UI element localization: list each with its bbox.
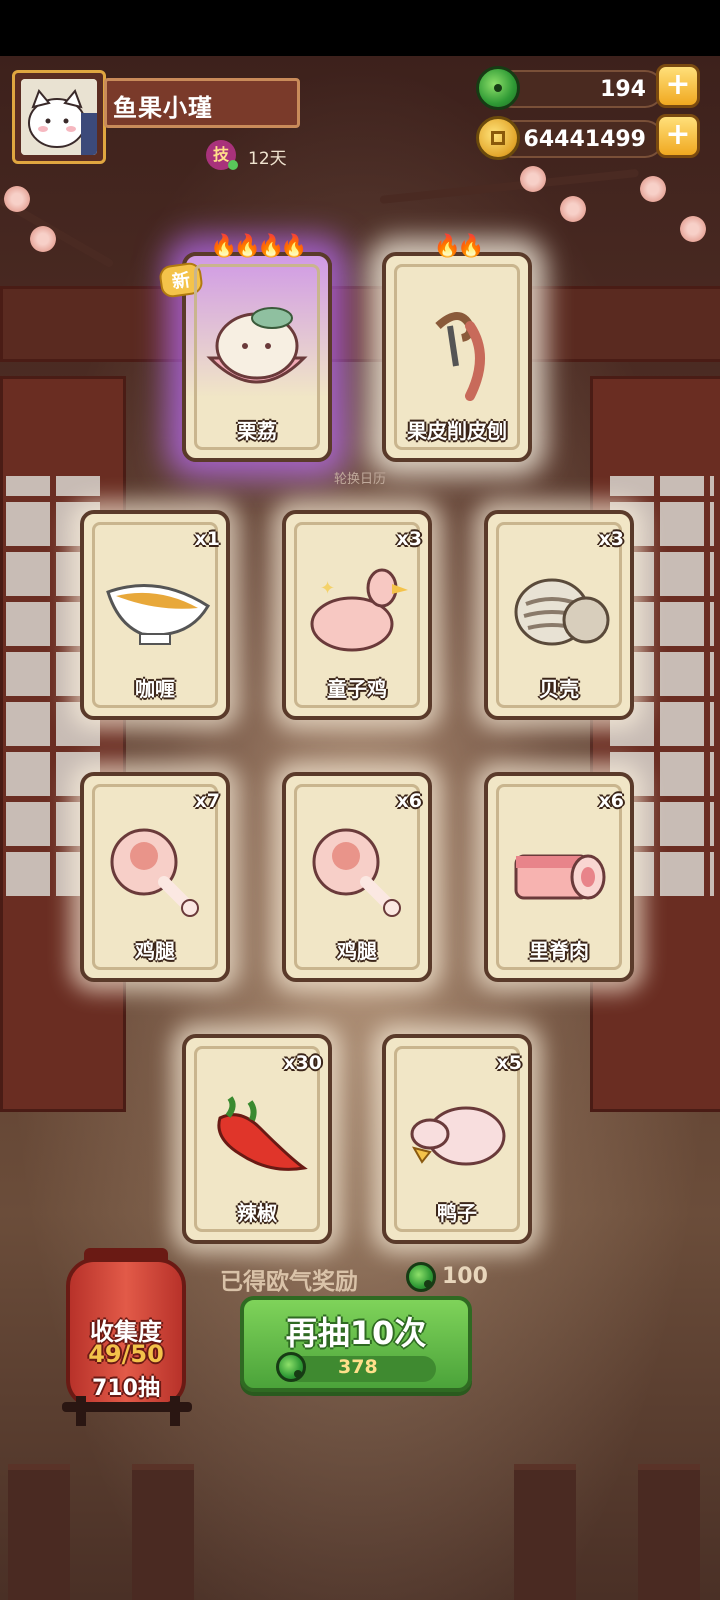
jade-gem-icon <box>276 1352 306 1382</box>
player-name: 鱼果小瑾 <box>104 78 300 128</box>
card-quantity: x6 <box>396 790 422 812</box>
card-quantity: x1 <box>194 528 220 550</box>
bonus-value: 100 <box>442 1264 488 1289</box>
card-quantity: x3 <box>598 528 624 550</box>
card-name: 鸡腿 <box>135 939 175 963</box>
card-name: 鸡腿 <box>337 939 377 963</box>
card-name: 鸭子 <box>437 1201 477 1225</box>
ingredient-card[interactable]: x6 里脊肉 <box>484 772 634 982</box>
flame-rating-icon: 🔥🔥🔥🔥 <box>210 234 308 259</box>
jade-gem-icon <box>406 1262 436 1292</box>
floor-post <box>514 1464 576 1600</box>
curry-gravy-boat-icon <box>106 584 211 645</box>
card-quantity: x30 <box>283 1052 322 1074</box>
blossom <box>520 166 546 192</box>
floor-post <box>132 1464 194 1600</box>
card-name: 童子鸡 <box>327 677 387 701</box>
flame-rating-icon: 🔥🔥 <box>433 234 485 259</box>
skill-badge-label: 技 <box>212 145 229 164</box>
add-gems-button[interactable]: + <box>656 64 700 108</box>
draw-again-label: 再抽10次 <box>285 1314 427 1352</box>
collection-draw-count: 710抽 <box>92 1376 160 1401</box>
card-name: 里脊肉 <box>529 939 589 963</box>
skill-badge-icon[interactable]: 技 <box>206 140 238 170</box>
avatar <box>21 79 97 155</box>
plus-icon: + <box>665 67 691 102</box>
gold-coin-icon <box>476 116 520 160</box>
featured-card[interactable]: 🔥🔥🔥🔥 新 栗荔 <box>157 234 332 462</box>
cat-avatar-icon <box>21 79 97 155</box>
plus-icon: + <box>665 117 691 152</box>
collection-lantern[interactable]: 收集度 49/50 710抽 <box>66 1258 186 1408</box>
ingredient-card[interactable]: x5 鸭子 <box>382 1034 532 1244</box>
card-name: 栗荔 <box>237 419 277 443</box>
blossom <box>680 216 706 242</box>
collection-progress: 49/50 <box>88 1340 164 1368</box>
card-name: 贝壳 <box>539 677 579 701</box>
ingredient-card[interactable]: x30 辣椒 <box>182 1034 332 1244</box>
ingredient-card[interactable]: x1 咖喱 <box>80 510 230 720</box>
drumstick-icon <box>312 828 401 917</box>
avatar-button[interactable] <box>12 70 106 164</box>
draw-cost: 378 <box>338 1356 378 1378</box>
drumstick-icon <box>110 828 199 917</box>
chili-pepper-icon <box>217 1096 308 1171</box>
status-bar <box>0 0 720 56</box>
blossom <box>640 176 666 202</box>
bonus-label: 已得欧气奖励 <box>220 1269 358 1295</box>
chicken-icon: ✦ <box>310 568 408 652</box>
card-quantity: x6 <box>598 790 624 812</box>
blossom <box>30 226 56 252</box>
clam-shell-icon <box>514 578 610 646</box>
add-coins-button[interactable]: + <box>656 114 700 158</box>
skill-days: 12天 <box>248 149 287 169</box>
ingredient-card[interactable]: x3 贝壳 <box>484 510 634 720</box>
dumpling-bowl-icon <box>206 307 308 384</box>
card-quantity: x3 <box>396 528 422 550</box>
jade-gem-icon <box>476 66 520 110</box>
featured-card[interactable]: 🔥🔥 果皮削皮刨 <box>382 234 532 462</box>
ingredient-card[interactable]: x7 鸡腿 <box>80 772 230 982</box>
floor-post <box>8 1464 70 1600</box>
upper-beam <box>0 286 720 362</box>
card-name: 辣椒 <box>237 1201 277 1225</box>
ingredient-card[interactable]: x6 鸡腿 <box>282 772 432 982</box>
peeler-icon <box>435 312 485 401</box>
card-name: 咖喱 <box>135 677 175 701</box>
duck-icon <box>410 1106 506 1166</box>
rotation-calendar-label: 轮换日历 <box>333 472 386 487</box>
svg-text:✦: ✦ <box>320 578 335 599</box>
skill-status-dot <box>228 160 238 170</box>
draw-again-button[interactable]: 再抽10次 378 <box>240 1296 472 1392</box>
card-quantity: x5 <box>496 1052 522 1074</box>
card-quantity: x7 <box>194 790 220 812</box>
ingredient-card[interactable]: x3 ✦ 童子鸡 <box>282 510 432 720</box>
floor-post <box>638 1464 700 1600</box>
blossom <box>4 186 30 212</box>
lantern-stand <box>62 1402 192 1412</box>
tenderloin-icon <box>514 854 606 900</box>
blossom-branch <box>379 168 639 204</box>
card-name: 果皮削皮刨 <box>407 419 507 443</box>
blossom <box>560 196 586 222</box>
